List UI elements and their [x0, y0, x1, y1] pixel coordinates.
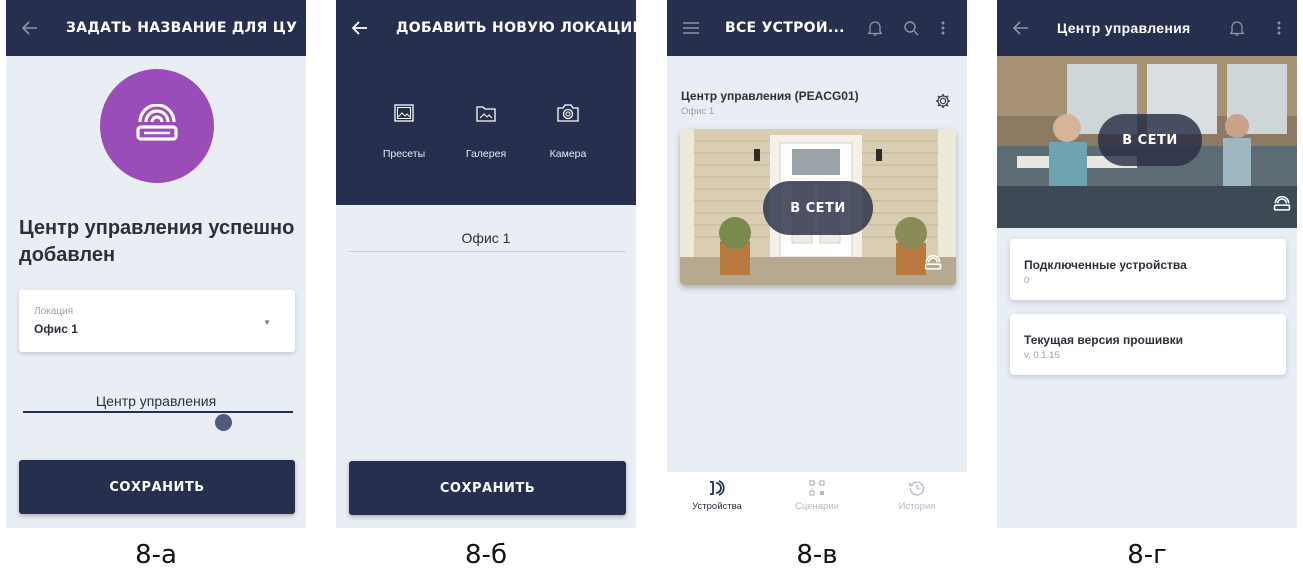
save-button[interactable]: СОХРАНИТЬ — [349, 461, 626, 515]
firmware-version-card[interactable]: Текущая версия прошивки v. 0.1.15 — [1010, 314, 1286, 375]
back-arrow-icon[interactable] — [16, 14, 44, 42]
location-name-input[interactable]: Офис 1 — [336, 230, 636, 246]
devices-icon — [672, 480, 762, 496]
menu-icon[interactable] — [677, 14, 705, 42]
hub-icon — [1273, 195, 1291, 217]
text-cursor-handle[interactable] — [215, 414, 232, 431]
caption-d: 8-г — [1127, 540, 1167, 570]
bell-icon[interactable] — [861, 14, 889, 42]
image-icon — [369, 104, 439, 122]
back-arrow-icon[interactable] — [1007, 14, 1035, 42]
screen-add-location: ДОБАВИТЬ НОВУЮ ЛОКАЦИЮ Пресеты Галерея К… — [336, 0, 636, 528]
location-value: Офис 1 — [34, 322, 78, 336]
bell-icon[interactable] — [1223, 14, 1251, 42]
nav-history-label: История — [898, 501, 936, 512]
card-title: Текущая версия прошивки — [1024, 333, 1184, 347]
caption-b: 8-б — [465, 540, 507, 570]
page-title: ЗАДАТЬ НАЗВАНИЕ ДЛЯ ЦУ — [66, 20, 298, 36]
gallery-label: Галерея — [465, 148, 507, 160]
card-value: 0 — [1024, 275, 1030, 286]
app-bar: ДОБАВИТЬ НОВУЮ ЛОКАЦИЮ — [336, 0, 636, 56]
camera-label: Камера — [549, 148, 587, 160]
photo-source-panel: Пресеты Галерея Камера — [336, 56, 636, 205]
input-underline — [23, 411, 293, 413]
nav-devices-label: Устройства — [692, 501, 742, 512]
hub-avatar — [100, 69, 214, 183]
connected-devices-card[interactable]: Подключенные устройства 0 — [1010, 239, 1286, 300]
hub-card[interactable]: В СЕТИ — [680, 129, 956, 285]
bottom-navigation: Устройства Сценарии История — [667, 472, 967, 528]
app-bar: Центр управления — [997, 0, 1297, 56]
caret-down-icon: ▼ — [263, 318, 271, 327]
back-arrow-icon[interactable] — [346, 14, 374, 42]
gallery-option[interactable]: Галерея — [451, 104, 521, 160]
status-badge: В СЕТИ — [763, 181, 873, 235]
page-title: ДОБАВИТЬ НОВУЮ ЛОКАЦИЮ — [396, 20, 636, 36]
page-title: Центр управления — [1057, 20, 1191, 36]
caption-c: 8-в — [796, 540, 838, 570]
search-icon[interactable] — [897, 14, 925, 42]
gear-icon[interactable] — [935, 93, 951, 114]
hub-icon — [134, 102, 180, 149]
gallery-icon — [451, 104, 521, 122]
nav-scenarios[interactable]: Сценарии — [772, 480, 862, 512]
hub-icon — [924, 254, 942, 276]
app-bar: ВСЕ УСТРОЙ... — [667, 0, 967, 56]
card-title: Подключенные устройства — [1024, 258, 1187, 272]
hub-name-input[interactable]: Центр управления — [6, 393, 306, 409]
camera-icon — [533, 104, 603, 122]
scenarios-icon — [772, 480, 862, 496]
presets-option[interactable]: Пресеты — [369, 104, 439, 160]
more-vert-icon[interactable] — [1265, 14, 1293, 42]
save-button[interactable]: СОХРАНИТЬ — [19, 460, 295, 514]
location-dropdown[interactable]: Локация Офис 1 ▼ — [19, 290, 295, 352]
camera-option[interactable]: Камера — [533, 104, 603, 160]
location-label: Локация — [34, 306, 74, 317]
nav-devices[interactable]: Устройства — [672, 480, 762, 512]
screen-hub-details: Центр управления В СЕТИ Подключенные уст… — [997, 0, 1297, 528]
presets-label: Пресеты — [382, 148, 426, 160]
status-badge: В СЕТИ — [1098, 114, 1202, 166]
app-bar: ЗАДАТЬ НАЗВАНИЕ ДЛЯ ЦУ — [6, 0, 306, 56]
history-icon — [872, 480, 962, 496]
page-title: ВСЕ УСТРОЙ... — [725, 20, 845, 36]
caption-a: 8-а — [135, 540, 177, 570]
nav-history[interactable]: История — [872, 480, 962, 512]
input-underline — [349, 251, 626, 252]
screen-all-devices: ВСЕ УСТРОЙ... Центр управления (PEACG01)… — [667, 0, 967, 528]
nav-scenarios-label: Сценарии — [795, 501, 839, 512]
success-title: Центр управления успешно добавлен — [19, 217, 295, 266]
screen-set-hub-name: ЗАДАТЬ НАЗВАНИЕ ДЛЯ ЦУ Центр управления … — [6, 0, 306, 528]
hub-location: Офис 1 — [681, 106, 715, 117]
more-vert-icon[interactable] — [929, 14, 957, 42]
card-value: v. 0.1.15 — [1024, 350, 1060, 361]
office-photo: В СЕТИ — [997, 56, 1297, 228]
hub-title: Центр управления (PEACG01) — [681, 89, 859, 103]
